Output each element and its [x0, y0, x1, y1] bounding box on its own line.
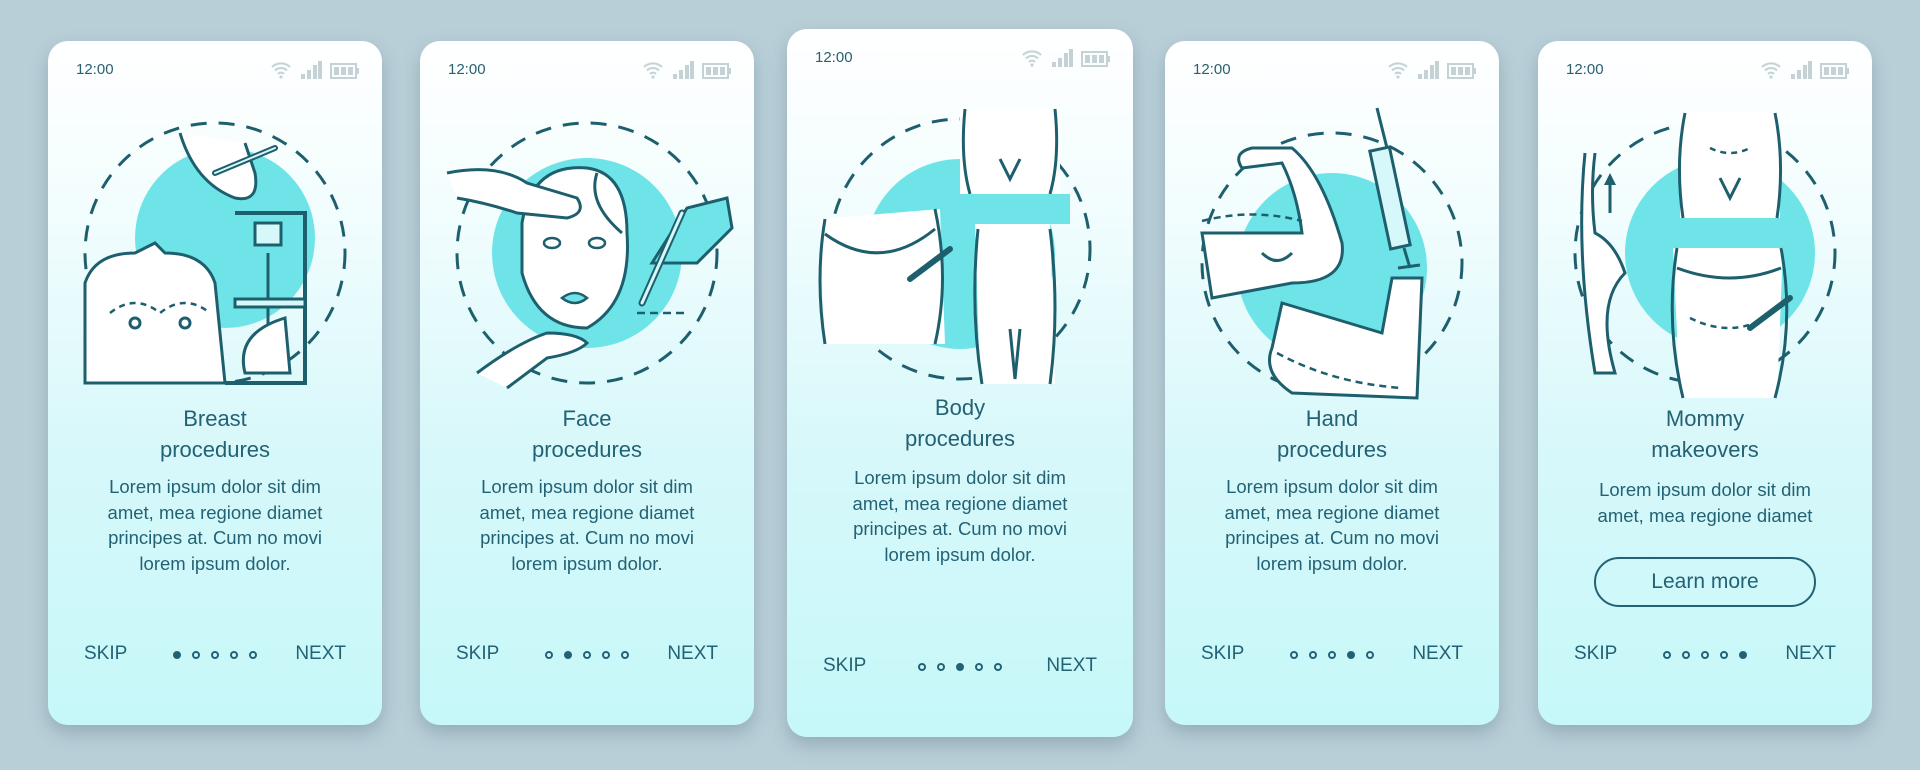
- status-bar: 12:00: [815, 49, 1111, 69]
- page-dot-3[interactable]: [1701, 651, 1709, 659]
- status-bar: 12:00: [448, 61, 732, 81]
- wifi-icon: [643, 62, 663, 79]
- page-dot-2[interactable]: [1682, 651, 1690, 659]
- battery-icon: [1820, 63, 1849, 79]
- status-time: 12:00: [815, 49, 853, 66]
- page-dot-5[interactable]: [1739, 651, 1747, 659]
- battery-icon: [702, 63, 731, 79]
- page-dot-4[interactable]: [1720, 651, 1728, 659]
- page-dot-5[interactable]: [249, 651, 257, 659]
- screen-title: Body procedures: [904, 395, 1016, 451]
- onboarding-footer: SKIP NEXT: [420, 641, 754, 671]
- page-dot-2[interactable]: [564, 651, 572, 659]
- next-button[interactable]: NEXT: [1412, 643, 1463, 665]
- page-dot-3[interactable]: [211, 651, 219, 659]
- status-bar: 12:00: [1193, 61, 1477, 81]
- hand-procedures-illustration: [1200, 107, 1464, 400]
- page-dot-2[interactable]: [192, 651, 200, 659]
- status-bar: 12:00: [76, 61, 360, 81]
- skip-button[interactable]: SKIP: [1574, 643, 1617, 665]
- page-dot-3[interactable]: [583, 651, 591, 659]
- signal-icon: [673, 61, 694, 79]
- page-indicator: [1290, 651, 1374, 659]
- page-dot-2[interactable]: [937, 663, 945, 671]
- next-button[interactable]: NEXT: [295, 643, 346, 665]
- page-dot-5[interactable]: [994, 663, 1002, 671]
- screen-description: Lorem ipsum dolor sit dim amet, mea regi…: [479, 476, 695, 574]
- wifi-icon: [1761, 62, 1781, 79]
- status-time: 12:00: [1566, 61, 1604, 78]
- signal-icon: [1418, 61, 1439, 79]
- onboarding-footer: SKIP NEXT: [1538, 641, 1872, 671]
- status-bar: 12:00: [1566, 61, 1850, 81]
- battery-icon: [330, 63, 359, 79]
- page-dot-4[interactable]: [1347, 651, 1355, 659]
- page-dot-4[interactable]: [602, 651, 610, 659]
- page-dot-1[interactable]: [918, 663, 926, 671]
- screen-description: Lorem ipsum dolor sit dim amet, mea regi…: [1597, 479, 1813, 526]
- learn-more-button[interactable]: Learn more: [1594, 557, 1816, 607]
- page-indicator: [918, 663, 1002, 671]
- page-dot-1[interactable]: [1663, 651, 1671, 659]
- wifi-icon: [271, 62, 291, 79]
- page-indicator: [173, 651, 257, 659]
- next-button[interactable]: NEXT: [1785, 643, 1836, 665]
- screen-description: Lorem ipsum dolor sit dim amet, mea regi…: [1224, 476, 1440, 574]
- page-indicator: [545, 651, 629, 659]
- onboarding-screen-breast: 12:00 Breast procedures Lorem ipsum dolo…: [48, 41, 382, 725]
- page-dot-1[interactable]: [173, 651, 181, 659]
- page-dot-4[interactable]: [230, 651, 238, 659]
- signal-icon: [1052, 49, 1073, 67]
- screen-description: Lorem ipsum dolor sit dim amet, mea regi…: [852, 467, 1068, 565]
- page-indicator: [1663, 651, 1747, 659]
- status-time: 12:00: [448, 61, 486, 78]
- wifi-icon: [1388, 62, 1408, 79]
- onboarding-screen-face: 12:00 Face procedures Lorem ipsum dolor …: [420, 41, 754, 725]
- next-button[interactable]: NEXT: [667, 643, 718, 665]
- mommy-makeovers-illustration: [1573, 112, 1837, 399]
- page-dot-1[interactable]: [1290, 651, 1298, 659]
- page-dot-3[interactable]: [956, 663, 964, 671]
- onboarding-screen-body: 12:00 Body procedures Lorem ipsum dolor …: [787, 29, 1133, 737]
- breast-procedures-illustration: [83, 121, 347, 385]
- screen-title: Mommy makeovers: [1651, 406, 1759, 462]
- body-procedures-illustration: [818, 108, 1092, 385]
- onboarding-footer: SKIP NEXT: [787, 653, 1133, 683]
- onboarding-footer: SKIP NEXT: [48, 641, 382, 671]
- signal-icon: [1791, 61, 1812, 79]
- battery-icon: [1447, 63, 1476, 79]
- status-time: 12:00: [1193, 61, 1231, 78]
- skip-button[interactable]: SKIP: [823, 655, 866, 677]
- onboarding-screen-hand: 12:00 Hand procedures Lorem ipsum dolor …: [1165, 41, 1499, 725]
- page-dot-3[interactable]: [1328, 651, 1336, 659]
- page-dot-1[interactable]: [545, 651, 553, 659]
- next-button[interactable]: NEXT: [1046, 655, 1097, 677]
- onboarding-screen-mommy-makeovers: 12:00 Mommy makeovers Lorem ipsum dolor …: [1538, 41, 1872, 725]
- page-dot-5[interactable]: [1366, 651, 1374, 659]
- page-dot-2[interactable]: [1309, 651, 1317, 659]
- wifi-icon: [1022, 50, 1042, 67]
- battery-icon: [1081, 51, 1110, 67]
- page-dot-4[interactable]: [975, 663, 983, 671]
- skip-button[interactable]: SKIP: [456, 643, 499, 665]
- onboarding-footer: SKIP NEXT: [1165, 641, 1499, 671]
- screen-description: Lorem ipsum dolor sit dim amet, mea regi…: [107, 476, 323, 574]
- screen-title: Hand procedures: [1276, 406, 1388, 462]
- status-time: 12:00: [76, 61, 114, 78]
- screen-title: Breast procedures: [159, 406, 271, 462]
- signal-icon: [301, 61, 322, 79]
- face-procedures-illustration: [446, 121, 734, 390]
- screen-title: Face procedures: [531, 406, 643, 462]
- skip-button[interactable]: SKIP: [84, 643, 127, 665]
- skip-button[interactable]: SKIP: [1201, 643, 1244, 665]
- page-dot-5[interactable]: [621, 651, 629, 659]
